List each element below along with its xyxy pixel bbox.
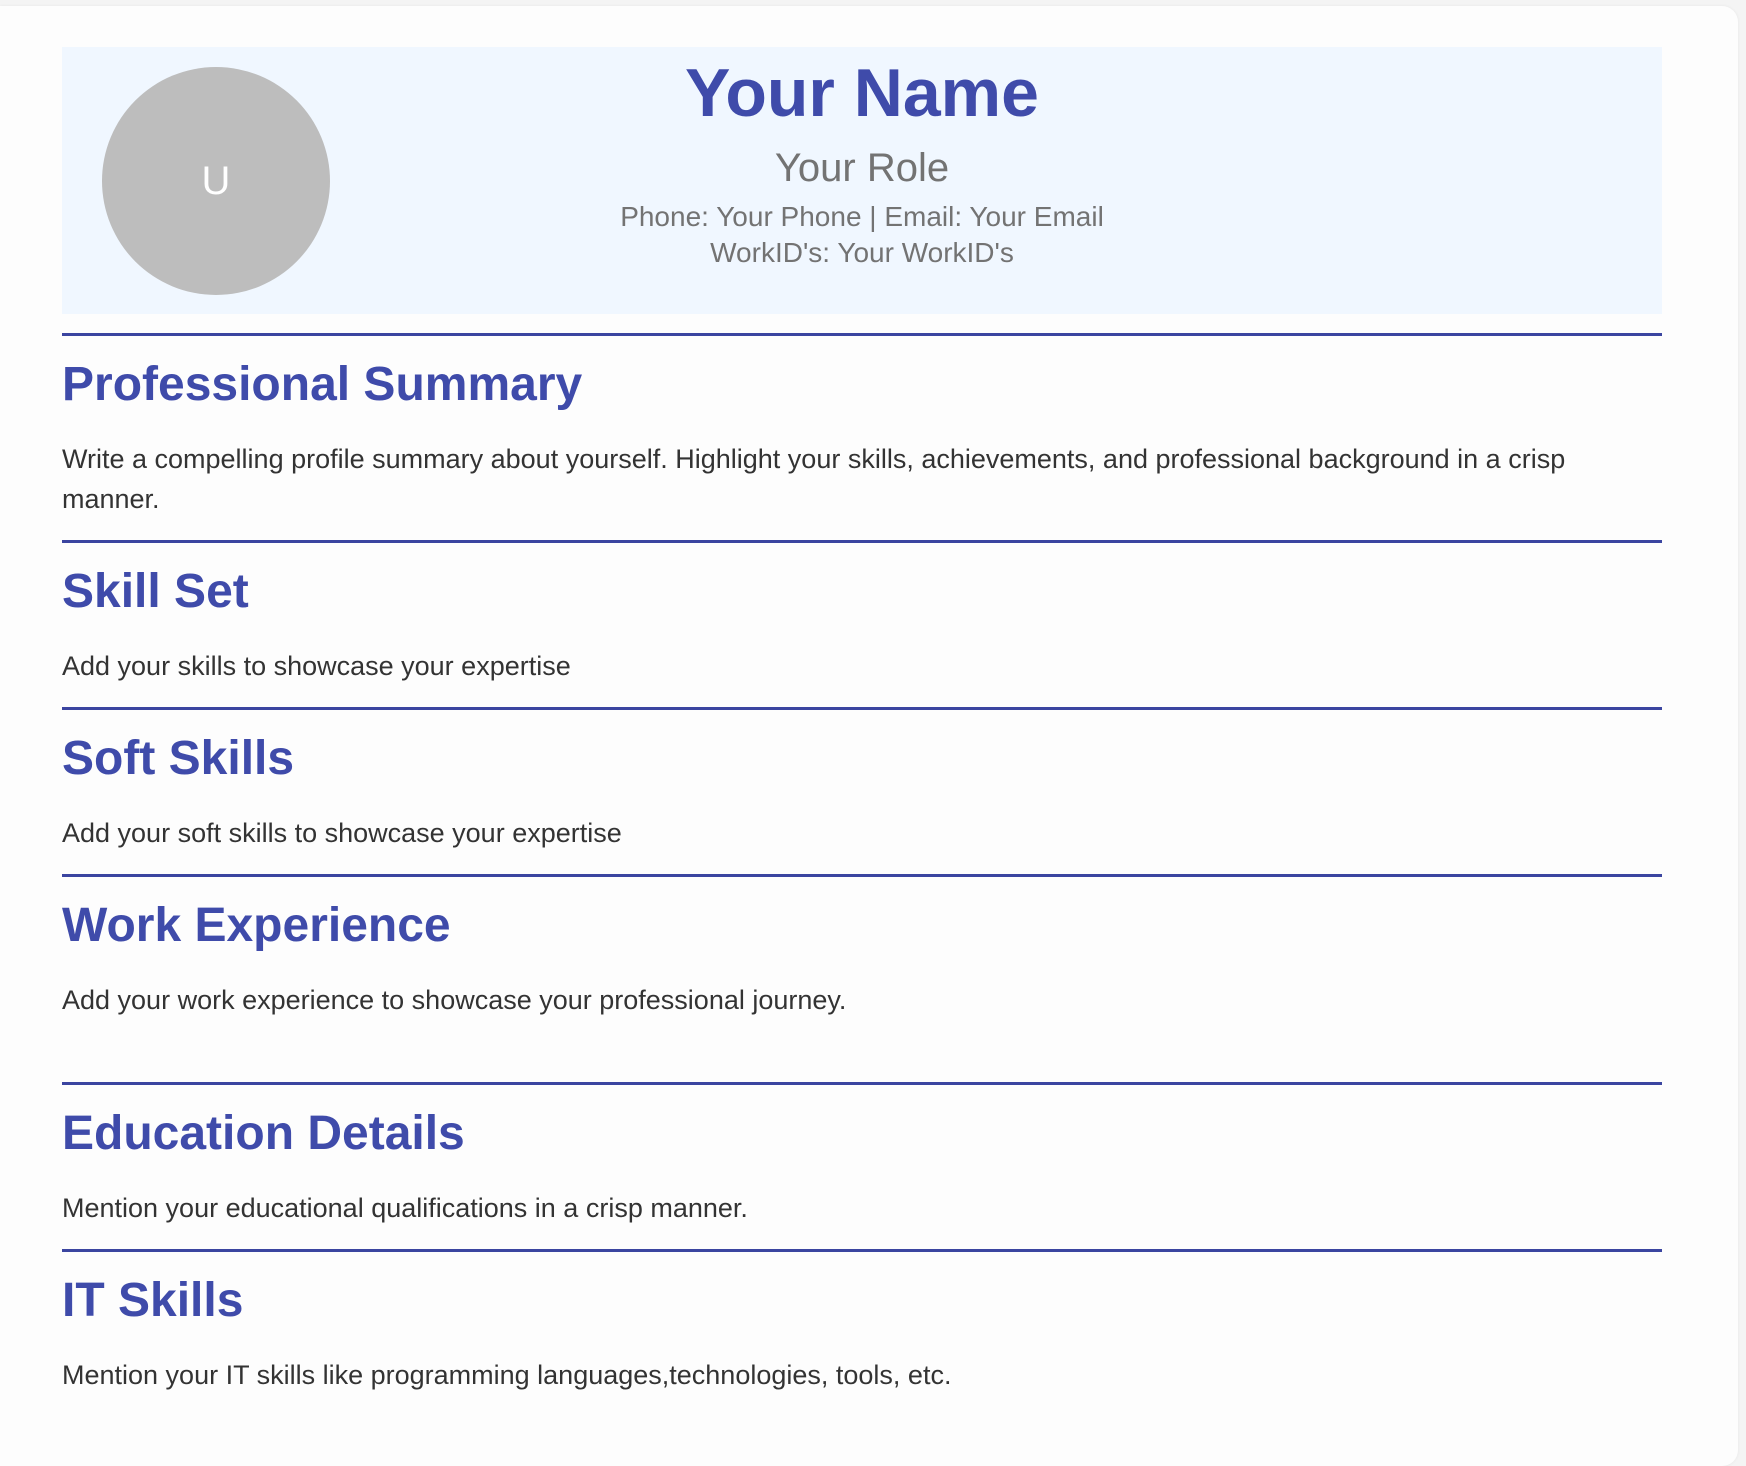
sections: Professional Summary Write a compelling … <box>62 333 1662 1395</box>
name-heading: Your Name <box>685 55 1039 131</box>
resume-card: U Your Name Your Role Phone: Your Phone … <box>0 6 1738 1466</box>
section-body: Add your skills to showcase your experti… <box>62 651 571 681</box>
section-body: Mention your IT skills like programming … <box>62 1360 952 1390</box>
section-body: Write a compelling profile summary about… <box>62 444 1566 514</box>
section-it-skills: IT Skills Mention your IT skills like pr… <box>62 1249 1662 1395</box>
section-body: Add your soft skills to showcase your ex… <box>62 818 622 848</box>
resume-content: U Your Name Your Role Phone: Your Phone … <box>62 47 1662 1416</box>
section-body: Mention your educational qualifications … <box>62 1193 748 1223</box>
resume-header: U Your Name Your Role Phone: Your Phone … <box>62 47 1662 314</box>
section-title: Skill Set <box>62 565 249 618</box>
contact-text: Phone: Your Phone | Email: Your Email <box>620 201 1104 232</box>
section-title: IT Skills <box>62 1274 244 1327</box>
role-text: Your Role <box>774 146 950 190</box>
header-info: Your Name Your Role Phone: Your Phone | … <box>62 47 1662 273</box>
section-work-experience: Work Experience Add your work experience… <box>62 874 1662 1020</box>
section-title: Education Details <box>62 1107 465 1160</box>
section-education-details: Education Details Mention your education… <box>62 1082 1662 1228</box>
section-title: Soft Skills <box>62 732 295 785</box>
section-title: Professional Summary <box>62 358 583 411</box>
section-skill-set: Skill Set Add your skills to showcase yo… <box>62 540 1662 686</box>
section-title: Work Experience <box>62 899 451 952</box>
section-soft-skills: Soft Skills Add your soft skills to show… <box>62 707 1662 853</box>
section-professional-summary: Professional Summary Write a compelling … <box>62 333 1662 519</box>
section-body: Add your work experience to showcase you… <box>62 985 847 1015</box>
work-ids-text: WorkID's: Your WorkID's <box>710 237 1014 268</box>
